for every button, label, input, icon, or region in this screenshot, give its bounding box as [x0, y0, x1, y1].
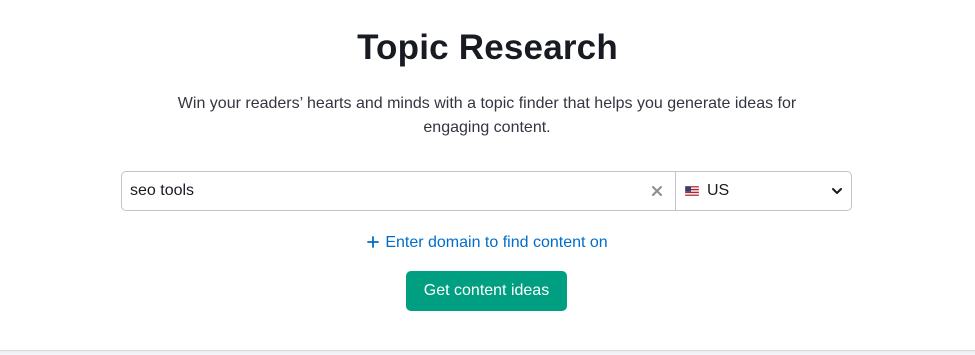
us-flag-icon [685, 186, 699, 196]
close-icon[interactable] [649, 183, 665, 199]
topic-research-card: Topic Research Win your readers’ hearts … [0, 0, 975, 351]
database-select[interactable]: US [676, 172, 851, 210]
enter-domain-label: Enter domain to find content on [385, 234, 608, 251]
enter-domain-link[interactable]: Enter domain to find content on [0, 234, 975, 252]
chevron-down-icon [832, 188, 842, 194]
page-title: Topic Research [357, 28, 618, 67]
search-input-wrapper [122, 172, 676, 210]
get-content-ideas-button[interactable]: Get content ideas [406, 271, 567, 311]
page-subtitle: Win your readers’ hearts and minds with … [177, 95, 797, 136]
topic-search-input[interactable] [122, 172, 650, 210]
plus-icon [367, 236, 380, 248]
search-form: US [121, 171, 852, 211]
database-selected-label: US [707, 182, 730, 199]
